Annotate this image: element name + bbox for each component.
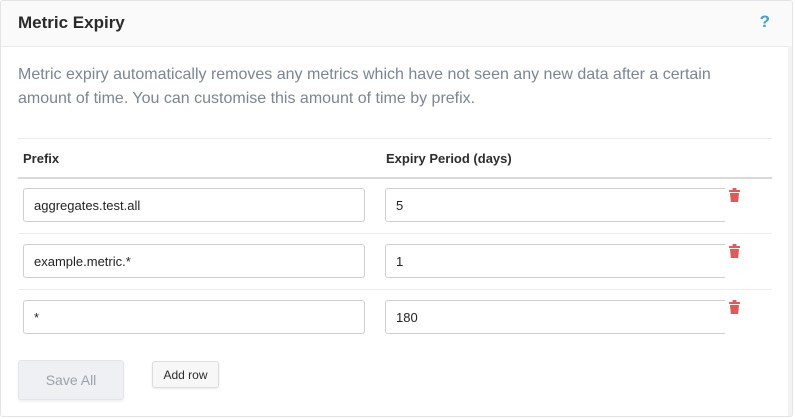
expiry-input-row-1[interactable] xyxy=(385,188,725,222)
panel-title: Metric Expiry xyxy=(18,13,125,32)
prefix-input-row-2[interactable] xyxy=(23,244,365,278)
trash-icon[interactable] xyxy=(729,244,740,258)
row-divider xyxy=(18,233,772,234)
save-all-button[interactable]: Save All xyxy=(18,360,124,400)
row-divider xyxy=(18,289,772,290)
prefix-input-row-3[interactable] xyxy=(23,300,365,334)
divider xyxy=(18,138,772,139)
help-icon[interactable]: ? xyxy=(760,12,770,32)
prefix-input-row-1[interactable] xyxy=(23,188,365,222)
expiry-input-row-2[interactable] xyxy=(385,244,725,278)
column-header-prefix: Prefix xyxy=(23,151,60,166)
metric-expiry-panel: Metric Expiry ? Metric expiry automatica… xyxy=(0,0,793,417)
trash-icon[interactable] xyxy=(729,188,740,202)
expiry-input-row-3[interactable] xyxy=(385,300,725,334)
header-divider xyxy=(18,177,772,179)
column-header-expiry: Expiry Period (days) xyxy=(386,151,512,166)
add-row-button[interactable]: Add row xyxy=(152,361,219,388)
panel-header: Metric Expiry ? xyxy=(1,1,792,47)
trash-icon[interactable] xyxy=(729,300,740,314)
scrollbar[interactable] xyxy=(788,46,792,416)
description-text: Metric expiry automatically removes any … xyxy=(18,66,711,107)
